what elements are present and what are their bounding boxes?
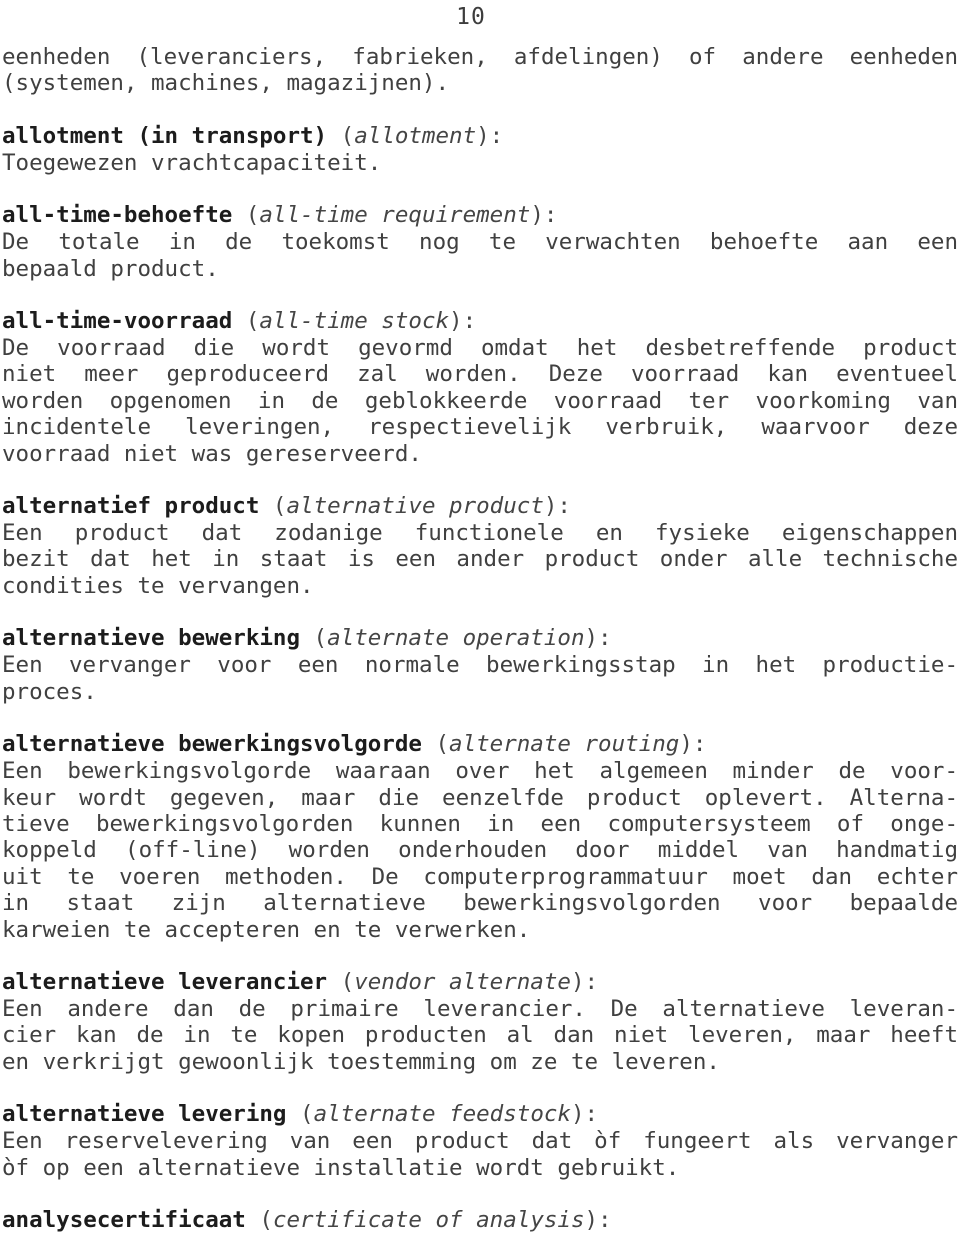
entry-open-paren: ( (300, 625, 328, 652)
definition-line: proces. (2, 678, 97, 705)
entry-term: allotment (in transport) (2, 122, 328, 149)
entry-open-paren: ( (259, 493, 287, 520)
glossary-entry: analysecertificaat (certificate of analy… (2, 1207, 958, 1234)
glossary-entry: all-time-behoefte (all-time requirement)… (2, 202, 958, 282)
entry-close-paren: ): (543, 493, 571, 520)
entry-translation: alternate operation (327, 625, 585, 652)
definition-line: Toegewezen vrachtcapaciteit. (2, 149, 382, 176)
definition-line: uit te voeren methoden. De computerprogr… (2, 863, 958, 890)
entry-close-paren: ): (530, 202, 558, 229)
entry-term: alternatief product (2, 493, 260, 520)
entry-term: alternatieve bewerking (2, 625, 301, 652)
entry-spacer (2, 943, 958, 969)
glossary-entry: alternatieve bewerkingsvolgorde (alterna… (2, 731, 958, 943)
definition-line: worden opgenomen in de geblokkeerde voor… (2, 387, 958, 414)
page-body: eenheden (leveranciers, fabrieken, afdel… (2, 44, 958, 1234)
entry-translation: alternate feedstock (313, 1101, 571, 1128)
entry-spacer (2, 176, 958, 202)
glossary-entry: alternatieve levering (alternate feedsto… (2, 1101, 958, 1181)
entry-open-paren: ( (232, 308, 260, 335)
entry-translation: all-time requirement (259, 202, 531, 229)
entry-term: alternatieve leverancier (2, 968, 328, 995)
definition-line: Een product dat zodanige functionele en … (2, 520, 958, 547)
text-line: (systemen, machines, magazijnen). (2, 70, 450, 97)
entry-close-paren: ): (570, 968, 599, 995)
entry-close-paren: ): (449, 308, 477, 335)
definition-line: Een andere dan de primaire leverancier. … (2, 995, 958, 1022)
entry-term: all-time-behoefte (2, 202, 233, 229)
entry-translation: vendor alternate (354, 968, 571, 995)
definition-line: Een reservelevering van een product dat … (2, 1128, 958, 1155)
entry-heading: alternatieve bewerkingsvolgorde (alterna… (2, 731, 958, 758)
entry-term: alternatieve levering (2, 1101, 287, 1128)
entry-spacer (2, 467, 958, 493)
entry-heading: analysecertificaat (certificate of analy… (2, 1207, 958, 1234)
entry-close-paren: ): (584, 625, 612, 652)
entry-open-paren: ( (232, 202, 260, 229)
glossary-entry: alternatieve leverancier (vendor alterna… (2, 969, 958, 1075)
entry-term: alternatieve bewerkingsvolgorde (2, 731, 422, 758)
entry-heading: alternatieve levering (alternate feedsto… (2, 1101, 958, 1128)
definition-line: De totale in de toekomst nog te verwacht… (2, 229, 958, 256)
glossary-entry: alternatief product (alternative product… (2, 493, 958, 599)
definition-line: en verkrijgt gewoonlijk toestemming om z… (2, 1048, 720, 1075)
text-line: eenheden (leveranciers, fabrieken, afdel… (2, 44, 958, 70)
page-number: 10 (456, 4, 486, 30)
entry-heading: allotment (in transport) (allotment): (2, 123, 958, 150)
entry-spacer (2, 1181, 958, 1207)
definition-line: koppeld (off-line) worden onderhouden do… (2, 837, 958, 864)
entry-open-paren: ( (327, 968, 355, 995)
definition-line: incidentele leveringen, respectievelijk … (2, 414, 958, 441)
definition-line: karweien te accepteren en te verwerken. (2, 916, 531, 943)
entry-open-paren: ( (245, 1206, 273, 1233)
entry-spacer (2, 705, 958, 731)
entry-spacer (2, 1075, 958, 1101)
entry-heading: alternatief product (alternative product… (2, 493, 958, 520)
definition-line: bezit dat het in staat is een ander prod… (2, 546, 958, 573)
definition-line: in staat zijn alternatieve bewerkingsvol… (2, 890, 958, 917)
definition-line: cier kan de in te kopen producten al dan… (2, 1022, 958, 1049)
entry-term: all-time-voorraad (2, 308, 233, 335)
definition-line: keur wordt gegeven, maar die eenzelfde p… (2, 784, 958, 811)
continued-paragraph: eenheden (leveranciers, fabrieken, afdel… (2, 44, 958, 97)
definition-line: condities te vervangen. (2, 572, 314, 599)
entry-close-paren: ): (476, 122, 504, 149)
entry-translation: alternate routing (449, 731, 680, 758)
entry-close-paren: ): (584, 1206, 612, 1233)
definition-line: Een bewerkingsvolgorde waaraan over het … (2, 758, 958, 785)
entry-term: analysecertificaat (2, 1206, 246, 1233)
entry-open-paren: ( (421, 731, 450, 758)
glossary-entry: allotment (in transport) (allotment): Toe… (2, 123, 958, 176)
entry-translation: all-time stock (259, 308, 450, 335)
glossary-entry: alternatieve bewerking (alternate operat… (2, 625, 958, 705)
entry-heading: alternatieve bewerking (alternate operat… (2, 625, 958, 652)
entry-spacer (2, 97, 958, 123)
entry-close-paren: ): (570, 1101, 599, 1128)
entry-open-paren: ( (327, 122, 355, 149)
entry-close-paren: ): (679, 731, 707, 758)
definition-line: bepaald product. (2, 255, 219, 282)
definition-line: òf op een alternatieve installatie wordt… (2, 1154, 680, 1181)
definition-line: Een vervanger voor een normale bewerking… (2, 652, 958, 679)
definition-line: niet meer geproduceerd zal worden. Deze … (2, 361, 958, 388)
entry-open-paren: ( (286, 1101, 314, 1128)
entry-heading: alternatieve leverancier (vendor alterna… (2, 969, 958, 996)
entry-spacer (2, 599, 958, 625)
entry-translation: allotment (354, 122, 477, 149)
glossary-entry-list: allotment (in transport) (allotment): Toe… (2, 97, 958, 1234)
entry-translation: certificate of analysis (272, 1206, 585, 1233)
entry-heading: all-time-behoefte (all-time requirement)… (2, 202, 958, 229)
entry-translation: alternative product (286, 493, 544, 520)
glossary-entry: all-time-voorraad (all-time stock): De vo… (2, 308, 958, 467)
entry-heading: all-time-voorraad (all-time stock): (2, 308, 958, 335)
definition-line: voorraad niet was gereserveerd. (2, 440, 422, 467)
definition-line: De voorraad die wordt gevormd omdat het … (2, 335, 958, 362)
definition-line: tieve bewerkingsvolgorden kunnen in een … (2, 810, 958, 837)
document-page: 10 eenheden (leveranciers, fabrieken, af… (0, 0, 960, 1247)
entry-spacer (2, 282, 958, 308)
